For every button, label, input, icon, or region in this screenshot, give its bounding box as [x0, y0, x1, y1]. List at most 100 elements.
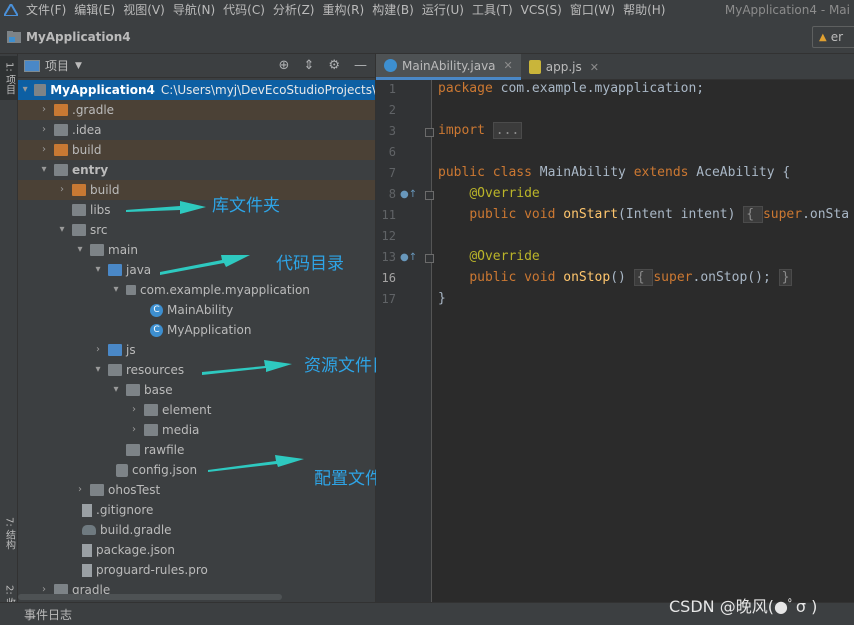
chevron-right-icon[interactable]: › — [92, 340, 104, 360]
chevron-down-icon[interactable]: ▾ — [38, 160, 50, 180]
code-line-1: package com.example.myapplication; — [438, 81, 704, 96]
tree-item-package[interactable]: ▾ com.example.myapplication — [18, 280, 375, 300]
chevron-down-icon[interactable]: ▼ — [75, 61, 82, 71]
tree-horizontal-scrollbar[interactable] — [18, 594, 282, 600]
keyword: import — [438, 123, 485, 138]
run-config-dropdown[interactable]: ▲ er — [812, 26, 854, 48]
gear-icon[interactable]: ⚙ — [328, 58, 340, 73]
folded-imports[interactable]: ... — [492, 122, 523, 139]
chevron-right-icon[interactable]: › — [38, 120, 50, 140]
minimize-icon[interactable]: — — [354, 58, 367, 73]
close-icon[interactable]: ✕ — [590, 61, 599, 74]
menu-build[interactable]: 构建(B) — [368, 0, 418, 20]
chevron-down-icon[interactable]: ▾ — [110, 280, 122, 300]
override-marker-icon[interactable]: ●↑ — [400, 189, 417, 200]
line-number: 12 — [381, 229, 396, 243]
close-icon[interactable]: ✕ — [504, 59, 513, 72]
tree-item-gitignore[interactable]: .gitignore — [18, 500, 375, 520]
chevron-down-icon[interactable]: ▾ — [92, 360, 104, 380]
chevron-right-icon[interactable]: › — [56, 180, 68, 200]
menu-file[interactable]: 文件(F) — [22, 0, 70, 20]
menu-help[interactable]: 帮助(H) — [619, 0, 669, 20]
keyword: public — [469, 207, 517, 222]
menu-analyze[interactable]: 分析(Z) — [269, 0, 319, 20]
tree-item-element[interactable]: › element — [18, 400, 375, 420]
code-line-3: import ... — [438, 122, 523, 139]
chevron-down-icon[interactable]: ▾ — [92, 260, 104, 280]
menu-navigate[interactable]: 导航(N) — [169, 0, 219, 20]
code-text: () — [610, 270, 626, 285]
project-view-label[interactable]: 项目 — [45, 57, 69, 74]
chevron-down-icon[interactable]: ▾ — [56, 220, 68, 240]
folded-body[interactable]: { — [743, 206, 763, 223]
menu-run[interactable]: 运行(U) — [418, 0, 468, 20]
menu-window[interactable]: 窗口(W) — [566, 0, 619, 20]
chevron-right-icon[interactable]: › — [38, 140, 50, 160]
json-file-icon — [116, 463, 128, 477]
menu-edit[interactable]: 编辑(E) — [70, 0, 119, 20]
keyword: public — [469, 270, 517, 285]
keyword: public — [438, 165, 485, 180]
file-icon — [82, 543, 92, 557]
tree-item-entry[interactable]: ▾ entry — [18, 160, 375, 180]
method-name: onStop — [563, 270, 611, 285]
menu-view[interactable]: 视图(V) — [119, 0, 169, 20]
folder-icon — [144, 424, 158, 436]
chevron-right-icon[interactable]: › — [128, 400, 140, 420]
menu-vcs[interactable]: VCS(S) — [517, 0, 566, 20]
tool-tab-structure[interactable]: 7: 结构 — [0, 508, 18, 558]
tree-item-idea[interactable]: › .idea — [18, 120, 375, 140]
tree-item-entry-build[interactable]: › build — [18, 180, 375, 200]
tree-item-rawfile[interactable]: rawfile — [18, 440, 375, 460]
tree-item-media[interactable]: › media — [18, 420, 375, 440]
chevron-down-icon[interactable]: ▾ — [74, 240, 86, 260]
chevron-down-icon[interactable]: ▾ — [20, 80, 30, 100]
tree-label: js — [126, 343, 136, 357]
tab-app-js[interactable]: app.js ✕ — [521, 54, 607, 80]
tree-label: main — [108, 243, 138, 257]
menu-tools[interactable]: 工具(T) — [468, 0, 517, 20]
breadcrumb-project[interactable]: MyApplication4 — [26, 30, 131, 44]
tool-tab-project[interactable]: 1: 项目 — [0, 56, 18, 100]
chevron-right-icon[interactable]: › — [74, 480, 86, 500]
folder-icon — [72, 224, 86, 236]
module-folder-icon — [54, 164, 68, 176]
tree-item-build-gradle[interactable]: build.gradle — [18, 520, 375, 540]
tree-item-build-root[interactable]: › build — [18, 140, 375, 160]
tree-item-myapplication[interactable]: C MyApplication — [18, 320, 375, 340]
tree-item-proguard[interactable]: proguard-rules.pro — [18, 560, 375, 580]
chevron-right-icon[interactable]: › — [128, 420, 140, 440]
locate-icon[interactable]: ⊕ — [279, 58, 290, 73]
tree-label: proguard-rules.pro — [96, 563, 208, 577]
menu-code[interactable]: 代码(C) — [219, 0, 269, 20]
folder-icon — [54, 144, 68, 156]
tree-item-gradle-dir[interactable]: › .gradle — [18, 100, 375, 120]
keyword: super — [653, 270, 693, 285]
tree-item-src[interactable]: ▾ src — [18, 220, 375, 240]
tree-label: element — [162, 403, 212, 417]
event-log-button[interactable]: 事件日志 — [24, 606, 72, 623]
folded-body-close[interactable]: } — [778, 269, 793, 286]
class-icon — [384, 59, 397, 72]
menu-refactor[interactable]: 重构(R) — [319, 0, 369, 20]
override-marker-icon[interactable]: ●↑ — [400, 252, 417, 263]
tree-item-libs[interactable]: libs — [18, 200, 375, 220]
code-line-16: } — [438, 291, 446, 306]
keyword: super — [762, 207, 803, 222]
folder-icon — [90, 484, 104, 496]
collapse-all-icon[interactable]: ⇕ — [303, 58, 314, 73]
tree-item-package-json[interactable]: package.json — [18, 540, 375, 560]
chevron-down-icon[interactable]: ▾ — [110, 380, 122, 400]
tab-mainability-java[interactable]: MainAbility.java ✕ — [376, 54, 521, 80]
folder-icon — [144, 404, 158, 416]
line-number: 8 — [388, 187, 396, 201]
code-line-8: public void onStart(Intent intent) { sup… — [438, 206, 849, 223]
code-area[interactable]: package com.example.myapplication; impor… — [433, 80, 854, 602]
folded-body[interactable]: { — [633, 269, 654, 286]
tree-item-base[interactable]: ▾ base — [18, 380, 375, 400]
chevron-right-icon[interactable]: › — [38, 100, 50, 120]
tree-item-mainability[interactable]: C MainAbility — [18, 300, 375, 320]
line-number: 7 — [388, 166, 396, 180]
tree-item-myapplication4[interactable]: ▾ MyApplication4 C:\Users\myj\DevEcoStud… — [18, 80, 375, 100]
code-line-12: @Override — [438, 249, 539, 264]
